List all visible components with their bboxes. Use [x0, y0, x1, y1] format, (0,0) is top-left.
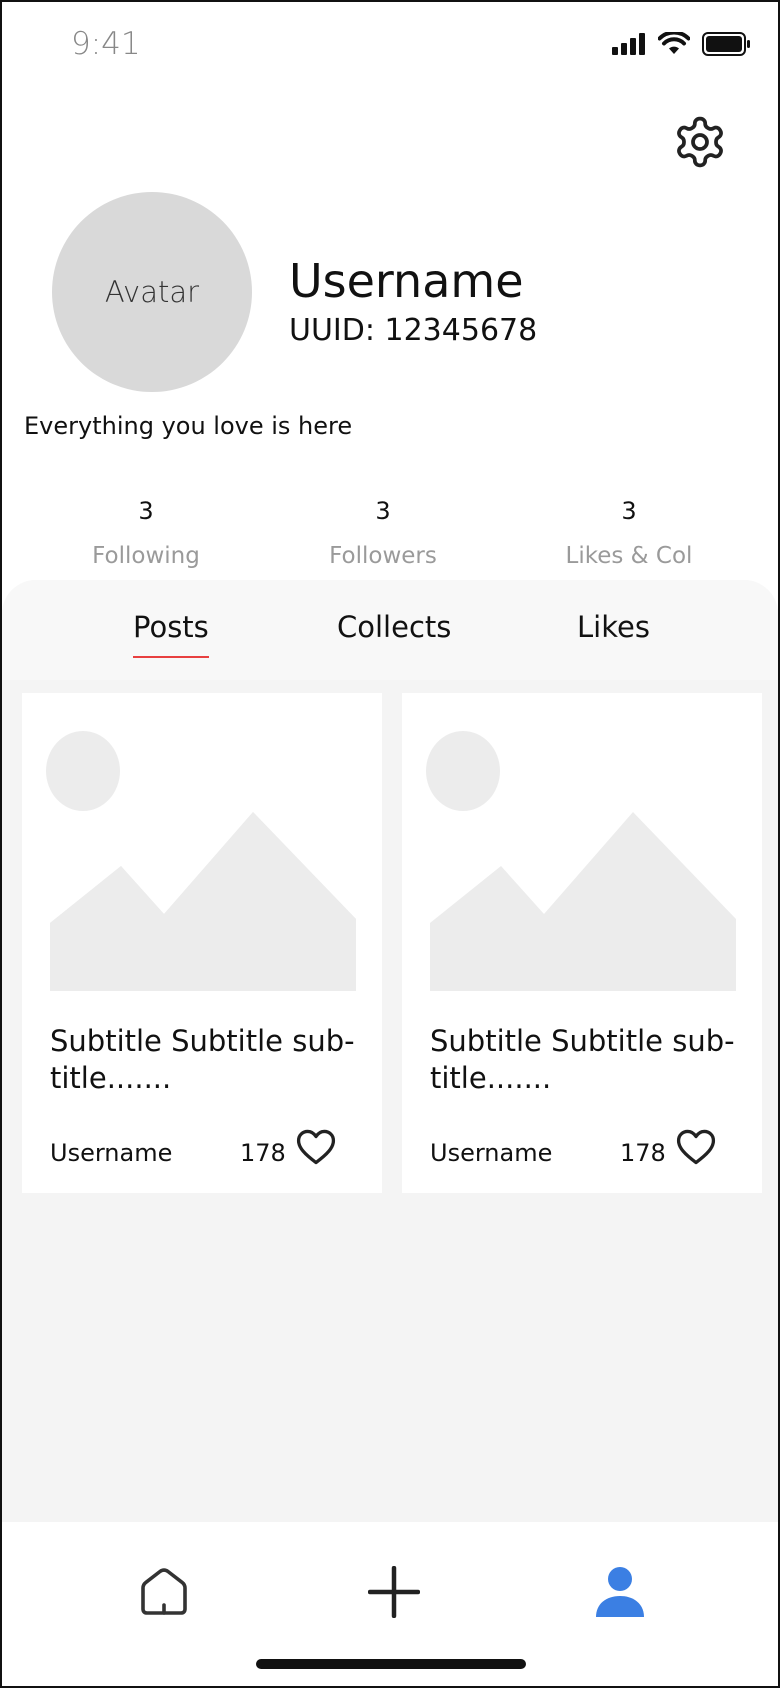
stat-followers[interactable]: 3 Followers	[293, 497, 473, 569]
plus-icon	[368, 1566, 420, 1618]
image-placeholder-icon	[46, 731, 356, 991]
profile-bio: Everything you love is here	[24, 412, 353, 440]
user-icon	[596, 1567, 644, 1617]
profile-username: Username	[289, 254, 524, 308]
avatar-label: Avatar	[104, 275, 200, 309]
tab-likes[interactable]: Likes	[577, 610, 650, 644]
wifi-icon	[658, 32, 690, 54]
tab-label: Collects	[337, 610, 452, 644]
status-time: 9:41	[71, 26, 141, 62]
status-bar: 9:41	[2, 2, 778, 88]
tab-posts[interactable]: Posts	[133, 610, 209, 658]
post-author: Username	[430, 1139, 553, 1167]
gear-icon	[677, 116, 723, 168]
stat-value: 3	[621, 497, 637, 525]
post-title: Subtitle Subtitle sub-title.......	[50, 1024, 355, 1095]
stat-label: Following	[92, 543, 200, 569]
stat-label: Likes & Col	[565, 543, 693, 569]
stat-value: 3	[375, 497, 391, 525]
settings-button[interactable]	[670, 112, 730, 172]
stat-label: Followers	[329, 543, 437, 569]
stat-value: 3	[138, 497, 154, 525]
phone-frame: 9:41 Avatar Username UUID: 12345678 Ever…	[0, 0, 780, 1688]
nav-profile-button[interactable]	[580, 1552, 660, 1632]
avatar[interactable]: Avatar	[52, 192, 252, 392]
stat-following[interactable]: 3 Following	[56, 497, 236, 569]
post-like-count: 178	[620, 1139, 666, 1167]
profile-uuid: UUID: 12345678	[289, 313, 538, 348]
heart-icon[interactable]	[674, 1125, 718, 1169]
nav-create-button[interactable]	[354, 1552, 434, 1632]
home-icon	[141, 1568, 187, 1615]
post-author: Username	[50, 1139, 173, 1167]
tab-label: Likes	[577, 610, 650, 644]
post-card[interactable]: Subtitle Subtitle sub-title....... Usern…	[22, 693, 382, 1193]
content-area: Posts Collects Likes Subtitle Subtitle s…	[2, 580, 778, 1522]
stat-likes-collects[interactable]: 3 Likes & Col	[539, 497, 719, 569]
heart-icon[interactable]	[294, 1125, 338, 1169]
image-placeholder-icon	[426, 731, 736, 991]
active-tab-indicator	[133, 656, 209, 658]
home-indicator[interactable]	[256, 1659, 526, 1669]
signal-icon	[612, 33, 645, 55]
tab-bar: Posts Collects Likes	[2, 580, 778, 680]
tab-collects[interactable]: Collects	[337, 610, 451, 644]
post-like-count: 178	[240, 1139, 286, 1167]
nav-home-button[interactable]	[124, 1552, 204, 1632]
battery-icon	[702, 32, 750, 56]
post-card[interactable]: Subtitle Subtitle sub-title....... Usern…	[402, 693, 762, 1193]
status-icons	[612, 32, 750, 56]
tab-label: Posts	[133, 610, 209, 644]
post-title: Subtitle Subtitle sub-title.......	[430, 1024, 735, 1095]
